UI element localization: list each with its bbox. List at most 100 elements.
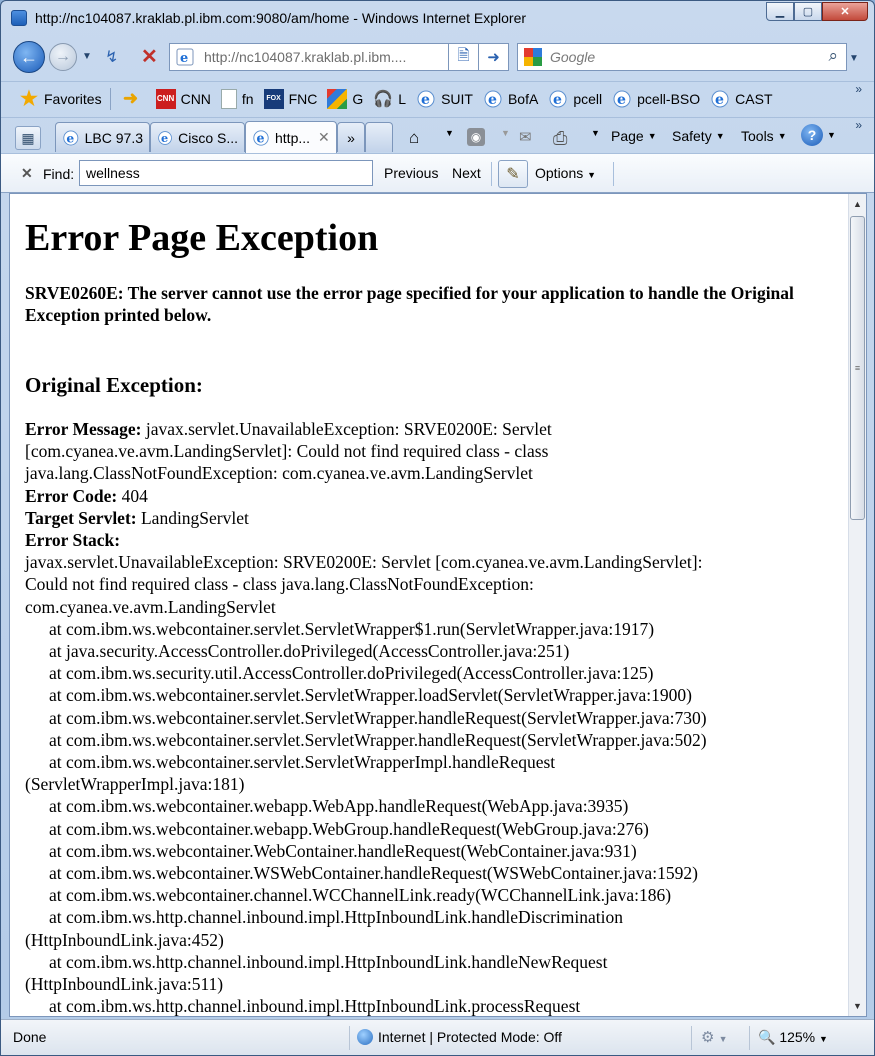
favorite-item-cnn[interactable]: CNN CNN [155,88,211,109]
read-mail-icon[interactable]: ✉ [519,128,532,146]
favorite-item-fn[interactable]: fn [220,88,254,109]
security-zone[interactable]: Internet | Protected Mode: Off [357,1029,562,1045]
favorite-item-l[interactable]: 🎧 L [373,89,406,109]
find-options-menu[interactable]: Options ▼ [535,165,596,181]
address-bar[interactable]: e http://nc104087.kraklab.pl.ibm.... [169,43,449,71]
find-input[interactable] [79,160,373,186]
vertical-scrollbar[interactable]: ▲ ≡ ▼ [848,194,866,1016]
new-tab-button[interactable] [365,122,393,152]
favorite-item-g[interactable]: G [327,88,364,109]
search-box[interactable]: Google ⌕ [517,43,847,71]
print-icon[interactable]: ⎙ [553,128,567,149]
google-search-icon [524,48,542,66]
favorite-item-fnc[interactable]: FOX FNC [263,88,317,109]
caret-down-icon: ▼ [647,131,657,141]
star-icon: ★ [20,88,38,110]
stack-trace-line: at com.ibm.ws.webcontainer.webapp.WebApp… [49,796,629,817]
close-tab-icon[interactable]: ✕ [318,129,330,146]
zoom-level[interactable]: 🔍 125% ▼ [758,1029,828,1046]
highlight-matches-icon[interactable]: ✎ [498,160,528,188]
favorite-item-pcell-bso[interactable]: e pcell-BSO [612,89,700,109]
favorite-label: G [352,90,364,107]
feeds-icon[interactable]: ◉ [467,128,485,146]
tab-list-button[interactable]: » [337,122,365,152]
page-content: Error Page Exception SRVE0260E: The serv… [9,193,867,1017]
safety-menu[interactable]: Safety ▼ [672,128,725,144]
ie-icon: e [158,131,172,145]
minimize-icon[interactable]: ▁ [766,2,794,21]
stack-trace-line: (HttpInboundLink.java:452) [25,929,224,950]
ie-icon: e [484,90,502,108]
page-menu[interactable]: Page ▼ [611,128,657,144]
stack-trace-line: at com.ibm.ws.http.channel.inbound.impl.… [49,996,581,1017]
stop-icon[interactable]: ✕ [141,44,158,69]
page-heading: Error Page Exception [25,217,379,259]
find-bar-separator [613,162,614,186]
feeds-dropdown-icon[interactable]: ▼ [497,128,510,138]
error-message-text: javax.servlet.UnavailableException: SRVE… [141,419,552,439]
forward-button[interactable]: → [49,43,77,71]
close-icon[interactable]: ✕ [822,2,868,21]
add-to-favorites-bar-button[interactable]: ➜ [121,88,146,109]
go-button[interactable]: ➜ [479,43,509,71]
favorite-label: L [398,90,407,107]
scroll-down-icon[interactable]: ▼ [849,996,866,1016]
favorites-button[interactable]: ★ Favorites [19,88,102,110]
favorite-label: CNN [180,90,211,107]
tab-current[interactable]: e http... ✕ [245,121,337,153]
stack-trace-line: at com.ibm.ws.webcontainer.channel.WCCha… [49,885,672,906]
zoom-label: 125% [779,1029,816,1045]
command-bar-overflow-chevron-icon[interactable]: » [855,118,862,132]
quick-tabs-icon[interactable]: ▦ [15,126,41,150]
recent-pages-dropdown-icon[interactable]: ▼ [82,51,92,62]
navigation-bar: ← → ▼ ↯ ✕ e http://nc104087.kraklab.pl.i… [1,35,874,79]
stack-trace-line: at com.ibm.ws.webcontainer.servlet.Servl… [49,729,707,750]
stack-trace-line: javax.servlet.UnavailableException: SRVE… [25,552,703,573]
protected-mode-icon[interactable]: ⚙ ▼ [701,1028,728,1046]
compatibility-view-icon[interactable]: ↯ [105,47,118,67]
status-separator [349,1026,350,1050]
close-find-bar-icon[interactable]: ✕ [21,165,33,182]
favorite-item-bofa[interactable]: e BofA [483,89,538,109]
ie-icon: e [549,90,567,108]
back-button[interactable]: ← [13,41,45,73]
print-dropdown-icon[interactable]: ▼ [587,128,600,138]
window-title: http://nc104087.kraklab.pl.ibm.com:9080/… [35,10,527,26]
favorites-label: Favorites [44,90,102,107]
help-menu[interactable]: ? ▼ [801,124,836,146]
find-previous-button[interactable]: Previous [384,165,438,181]
home-icon[interactable]: ⌂ [409,128,419,148]
favorites-overflow-chevron-icon[interactable]: » [855,82,862,96]
home-dropdown-icon[interactable]: ▼ [441,128,454,138]
stack-trace: javax.servlet.UnavailableException: SRVE… [25,551,835,1017]
favorite-item-cast[interactable]: e CAST [710,89,773,109]
scroll-up-icon[interactable]: ▲ [849,194,866,214]
svg-text:e: e [161,131,168,145]
tab-lbc[interactable]: e LBC 97.3 [55,122,150,152]
find-bar: ✕ Find: Previous Next ✎ Options ▼ [1,153,874,193]
status-separator [691,1026,692,1050]
ie-icon: e [613,90,631,108]
find-next-button[interactable]: Next [452,165,481,181]
error-message-text: [com.cyanea.ve.avm.LandingServlet]: Coul… [25,441,549,462]
svg-text:e: e [66,130,74,145]
search-options-dropdown-icon[interactable]: ▼ [849,53,859,64]
search-icon[interactable]: ⌕ [828,46,838,66]
rss-doc-icon[interactable]: 🗎 [449,43,479,71]
page-menu-label: Page [611,128,644,144]
tab-cisco[interactable]: e Cisco S... [150,122,245,152]
find-label: Find: [43,166,75,182]
tools-menu-label: Tools [741,128,774,144]
stack-trace-line: at com.ibm.ws.http.channel.inbound.impl.… [49,907,624,928]
maximize-icon[interactable]: ▢ [794,2,822,21]
stack-trace-line: at com.ibm.ws.webcontainer.servlet.Servl… [49,618,655,639]
add-favorite-icon: ➜ [123,88,139,108]
title-bar: http://nc104087.kraklab.pl.ibm.com:9080/… [1,1,874,35]
favorite-item-suit[interactable]: e SUIT [416,89,473,109]
favorite-label: SUIT [441,90,473,107]
favorite-item-pcell[interactable]: e pcell [548,89,602,109]
tools-menu[interactable]: Tools ▼ [741,128,787,144]
safety-menu-label: Safety [672,128,712,144]
tab-list-label: » [347,129,355,146]
scrollbar-thumb[interactable]: ≡ [850,216,865,520]
